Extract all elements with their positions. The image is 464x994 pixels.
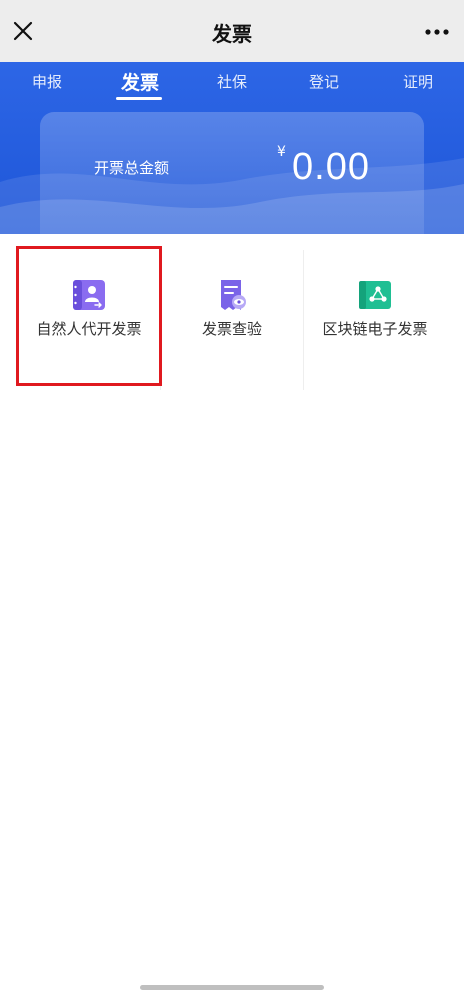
tab-declaration[interactable]: 申报	[32, 71, 62, 92]
currency-symbol: ¥	[277, 144, 286, 160]
invoice-verify-icon	[213, 276, 251, 314]
total-amount-label: 开票总金额	[94, 159, 170, 177]
blockchain-invoice-icon	[356, 276, 394, 314]
home-indicator[interactable]	[140, 985, 324, 990]
service-label: 发票查验	[201, 320, 262, 338]
tab-registration[interactable]: 登记	[309, 71, 339, 92]
tab-invoice[interactable]: 发票	[121, 68, 159, 95]
invoice-services-grid: 自然人代开发票 发票查验 区块链电子发票	[18, 246, 446, 392]
active-tab-indicator	[116, 97, 162, 100]
close-icon[interactable]	[8, 16, 38, 46]
service-label: 区块链电子发票	[322, 320, 428, 338]
tab-social-security[interactable]: 社保	[217, 71, 247, 92]
tab-certificate[interactable]: 证明	[403, 71, 433, 92]
invoice-total-card: 开票总金额 ¥ 0.00	[40, 112, 424, 234]
service-natural-person-invoice[interactable]: 自然人代开发票	[18, 246, 160, 392]
service-label: 自然人代开发票	[36, 320, 142, 338]
service-invoice-verification[interactable]: 发票查验	[161, 246, 303, 392]
invoice-header: 申报 发票 社保 登记 证明 开票总金额 ¥ 0.00	[0, 62, 464, 234]
total-amount-value: 0.00	[292, 146, 370, 188]
navigation-bar: 发票	[0, 0, 464, 62]
page-title: 发票	[212, 22, 252, 46]
natural-person-invoice-icon	[70, 276, 108, 314]
category-tabs: 申报 发票 社保 登记 证明	[0, 62, 464, 104]
more-dots-icon[interactable]	[422, 18, 452, 46]
service-blockchain-invoice[interactable]: 区块链电子发票	[304, 246, 446, 392]
